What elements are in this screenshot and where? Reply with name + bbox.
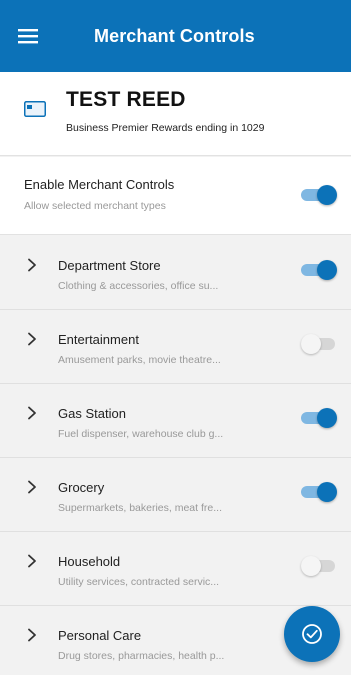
category-subtitle: Utility services, contracted servic... — [58, 576, 220, 588]
page-title: Merchant Controls — [94, 25, 255, 46]
category-toggle[interactable] — [301, 407, 337, 429]
toggle-knob — [317, 260, 337, 280]
checkmark-circle-icon — [302, 624, 322, 644]
category-item[interactable]: Gas Station Fuel dispenser, warehouse clu… — [0, 384, 351, 458]
enable-merchant-controls-row: Enable Merchant Controls Allow selected … — [0, 157, 351, 235]
chevron-right-icon — [27, 480, 37, 494]
chevron-right-icon — [27, 554, 37, 568]
card-header — [0, 72, 351, 156]
category-subtitle: Clothing & accessories, office su... — [58, 280, 219, 292]
toggle-knob — [317, 482, 337, 502]
category-toggle[interactable] — [301, 259, 337, 281]
toggle-knob — [301, 556, 321, 576]
category-title: Grocery — [58, 480, 105, 495]
card-name: TEST REED — [66, 88, 186, 111]
category-toggle[interactable] — [301, 481, 337, 503]
category-subtitle: Amusement parks, movie theatre... — [58, 354, 221, 366]
category-item[interactable]: Grocery Supermarkets, bakeries, meat fre.… — [0, 458, 351, 532]
category-title: Household — [58, 554, 121, 569]
category-subtitle: Supermarkets, bakeries, meat fre... — [58, 502, 222, 514]
category-item[interactable]: Household Utility services, contracted se… — [0, 532, 351, 606]
category-toggle[interactable] — [301, 333, 337, 355]
app-bar: Merchant Controls — [0, 0, 351, 72]
card-description: Business Premier Rewards ending in 1029 — [66, 122, 265, 134]
confirm-fab-button[interactable] — [284, 606, 340, 662]
toggle-knob — [317, 185, 337, 205]
chevron-right-icon — [27, 406, 37, 420]
chevron-right-icon — [27, 332, 37, 346]
category-item[interactable]: Department Store Clothing & accessories, … — [0, 236, 351, 310]
category-subtitle: Fuel dispenser, warehouse club g... — [58, 428, 224, 440]
hamburger-menu-icon — [18, 29, 38, 44]
chevron-right-icon — [27, 628, 37, 642]
credit-card-icon — [24, 101, 46, 117]
enable-title: Enable Merchant Controls — [24, 177, 175, 192]
category-title: Personal Care — [58, 628, 142, 643]
chevron-right-icon — [27, 258, 37, 272]
enable-subtitle: Allow selected merchant types — [24, 200, 166, 212]
category-title: Department Store — [58, 258, 161, 273]
category-subtitle: Drug stores, pharmacies, health p... — [58, 650, 225, 662]
category-toggle[interactable] — [301, 555, 337, 577]
category-item[interactable]: Entertainment Amusement parks, movie thea… — [0, 310, 351, 384]
enable-merchant-controls-toggle[interactable] — [301, 184, 337, 206]
toggle-knob — [317, 408, 337, 428]
menu-button[interactable] — [0, 0, 56, 72]
category-title: Gas Station — [58, 406, 126, 421]
toggle-knob — [301, 334, 321, 354]
category-title: Entertainment — [58, 332, 139, 347]
